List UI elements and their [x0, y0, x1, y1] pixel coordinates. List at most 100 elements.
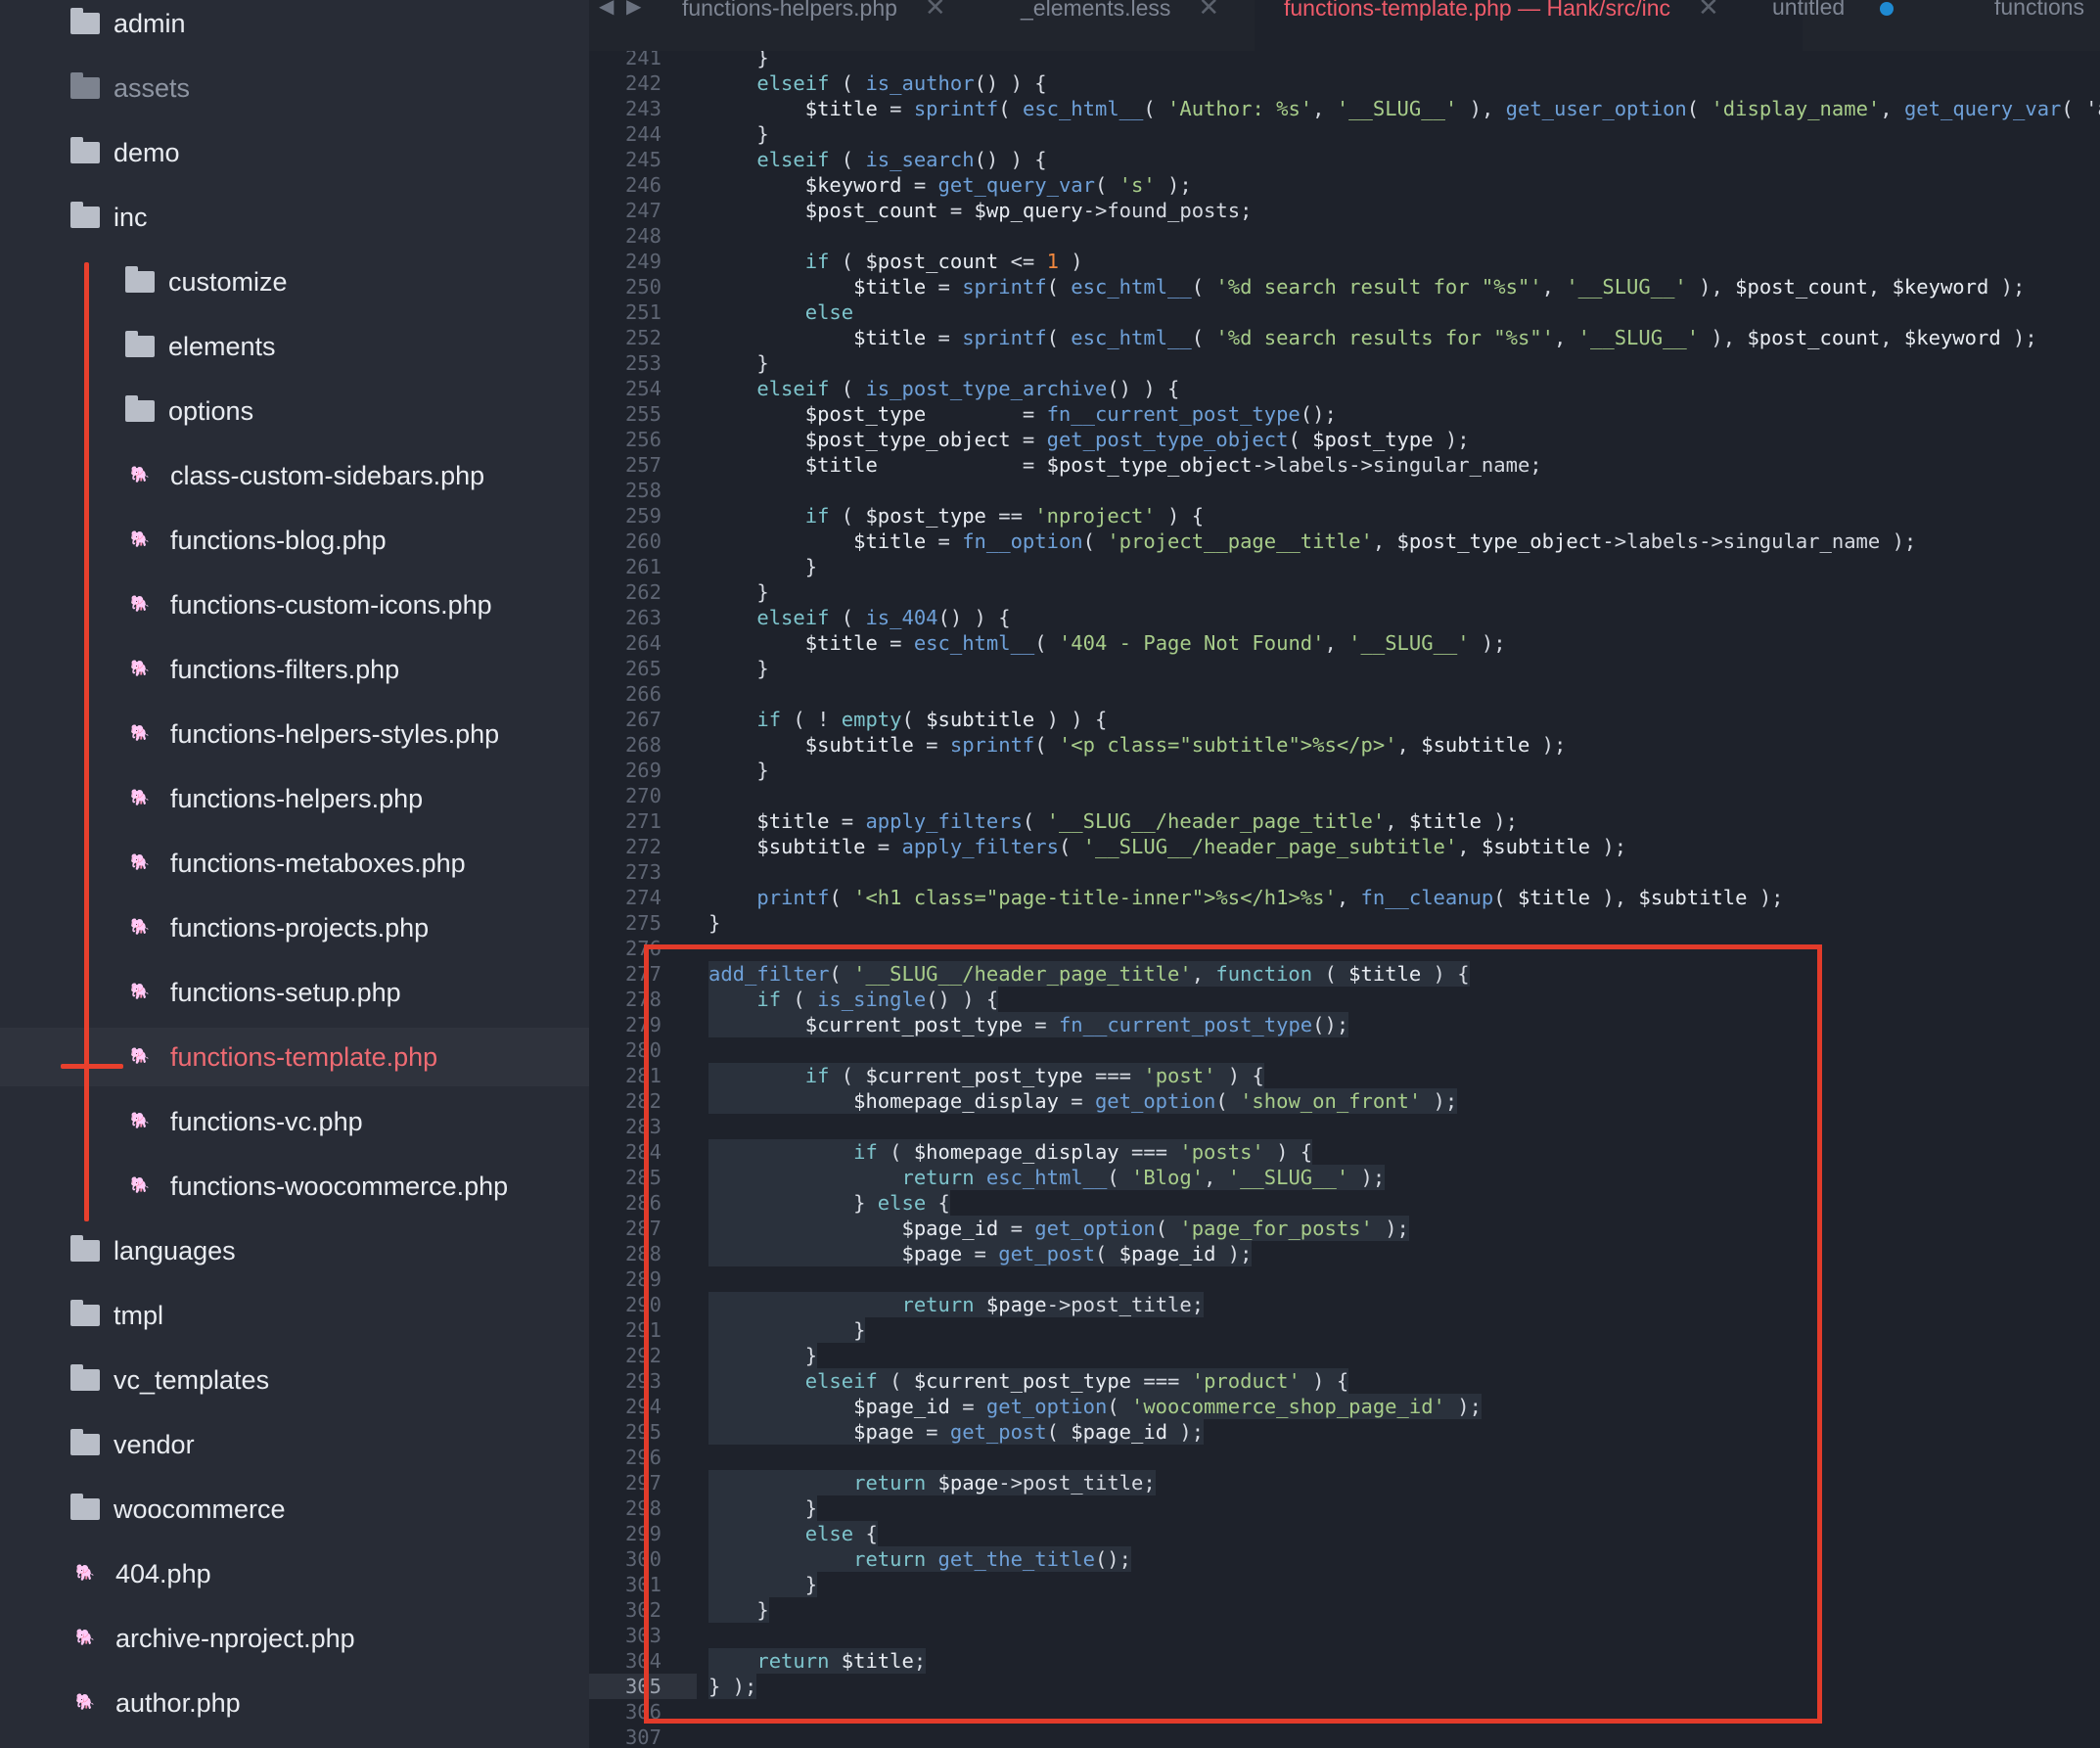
sidebar-item-label: author.php [115, 1687, 241, 1718]
code-line[interactable]: 273 [589, 859, 2100, 885]
line-code: $post_type = fn__current_post_type(); [804, 402, 1337, 426]
code-line[interactable]: 256 $post_type_object = get_post_type_ob… [589, 427, 2100, 452]
line-number: 257 [624, 453, 662, 477]
folder-icon [125, 395, 155, 422]
code-line[interactable]: 255 $post_type = fn__current_post_type()… [589, 401, 2100, 427]
sidebar-item-archive-nproject-php[interactable]: 🐘 archive-nproject.php [0, 1609, 589, 1668]
line-code: } [708, 122, 769, 146]
code-line[interactable]: 248 [589, 223, 2100, 249]
line-number: 261 [624, 555, 662, 578]
sidebar-item-admin[interactable]: admin [0, 0, 589, 53]
line-number: 249 [624, 250, 662, 273]
line-code: $title = apply_filters( '__SLUG__/header… [756, 809, 1518, 833]
sidebar-item-author-php[interactable]: 🐘 author.php [0, 1674, 589, 1732]
line-number: 268 [624, 733, 662, 757]
tab-scroll-right-icon[interactable]: ▶ [626, 0, 641, 17]
code-line[interactable]: 252 $title = sprintf( esc_html__( '%d se… [589, 325, 2100, 350]
sidebar-item-woocommerce[interactable]: woocommerce [0, 1480, 589, 1539]
line-code: printf( '<h1 class="page-title-inner">%s… [756, 886, 1784, 909]
tab-close-icon[interactable]: ✕ [925, 0, 946, 22]
sidebar-item-vendor[interactable]: vendor [0, 1415, 589, 1474]
tab-functions-template-php-hank-src-inc[interactable]: functions-template.php — Hank/src/inc ✕ [1255, 0, 1803, 51]
sidebar-item-label: functions-helpers.php [170, 783, 424, 813]
line-code: $title = esc_html__( '404 - Page Not Fou… [804, 631, 1506, 655]
code-line[interactable]: 242 elseif ( is_author() ) { [589, 70, 2100, 96]
php-file-icon: 🐘 [130, 919, 150, 936]
code-line[interactable]: 259 if ( $post_type == 'nproject' ) { [589, 503, 2100, 529]
code-line[interactable]: 274 printf( '<h1 class="page-title-inner… [589, 885, 2100, 910]
code-line[interactable]: 245 elseif ( is_search() ) { [589, 147, 2100, 172]
code-line[interactable]: 307 [589, 1725, 2100, 1748]
code-line[interactable]: 263 elseif ( is_404() ) { [589, 605, 2100, 630]
sidebar-item-label: functions-helpers-styles.php [170, 718, 500, 749]
tab-close-icon[interactable]: ✕ [1198, 0, 1219, 22]
code-line[interactable]: 254 elseif ( is_post_type_archive() ) { [589, 376, 2100, 401]
line-code: $title = sprintf( esc_html__( 'Author: %… [804, 97, 2100, 120]
folder-icon [70, 72, 100, 99]
code-line[interactable]: 250 $title = sprintf( esc_html__( '%d se… [589, 274, 2100, 299]
code-line[interactable]: 266 [589, 681, 2100, 707]
sidebar-item-label: tmpl [114, 1300, 164, 1330]
code-line[interactable]: 251 else [589, 299, 2100, 325]
code-line[interactable]: 270 [589, 783, 2100, 808]
php-file-icon: 🐘 [130, 984, 150, 1000]
line-number: 275 [624, 911, 662, 935]
php-file-icon: 🐘 [130, 790, 150, 806]
code-line[interactable]: 261 } [589, 554, 2100, 579]
tab-functions[interactable]: functions [1994, 0, 2100, 51]
line-number: 258 [624, 479, 662, 502]
sidebar-item-label: customize [168, 266, 288, 297]
sidebar-item-vc-templates[interactable]: vc_templates [0, 1351, 589, 1409]
code-line[interactable]: 249 if ( $post_count <= 1 ) [589, 249, 2100, 274]
code-line[interactable]: 241 } [589, 51, 2100, 70]
code-line[interactable]: 264 $title = esc_html__( '404 - Page Not… [589, 630, 2100, 656]
line-number: 274 [624, 886, 662, 909]
code-line[interactable]: 265 } [589, 656, 2100, 681]
php-file-icon: 🐘 [75, 1694, 95, 1711]
tab-close-icon[interactable]: ✕ [1698, 0, 1719, 22]
tab-functions-helpers-php[interactable]: functions-helpers.php ✕ [682, 0, 976, 51]
sidebar-item-label: functions-projects.php [170, 912, 430, 943]
sidebar-item-tmpl[interactable]: tmpl [0, 1286, 589, 1345]
tab-scroll-left-icon[interactable]: ◀ [599, 0, 614, 17]
line-number: 255 [624, 402, 662, 426]
code-line[interactable]: 262 } [589, 579, 2100, 605]
line-code: } [708, 580, 769, 604]
folder-icon [70, 1235, 100, 1262]
file-tree-sidebar: admin assets demo inc customize elements optio… [0, 0, 589, 1748]
code-line[interactable]: 268 $subtitle = sprintf( '<p class="subt… [589, 732, 2100, 758]
tab-untitled[interactable]: untitled [1772, 0, 1987, 51]
code-line[interactable]: 269 } [589, 758, 2100, 783]
line-code: $subtitle = sprintf( '<p class="subtitle… [804, 733, 1567, 757]
code-line[interactable]: 244 } [589, 121, 2100, 147]
line-number: 253 [624, 351, 662, 375]
sidebar-item-404-php[interactable]: 🐘 404.php [0, 1544, 589, 1603]
sidebar-item-inc[interactable]: inc [0, 188, 589, 247]
line-number: 244 [624, 122, 662, 146]
code-line[interactable]: 275} [589, 910, 2100, 936]
code-line[interactable]: 246 $keyword = get_query_var( 's' ); [589, 172, 2100, 198]
line-code: $keyword = get_query_var( 's' ); [804, 173, 1192, 197]
sidebar-item-languages[interactable]: languages [0, 1221, 589, 1280]
code-line[interactable]: 258 [589, 478, 2100, 503]
php-file-icon: 🐘 [130, 531, 150, 548]
line-number: 243 [624, 97, 662, 120]
sidebar-item-assets[interactable]: assets [0, 59, 589, 117]
sidebar-item-demo[interactable]: demo [0, 123, 589, 182]
code-line[interactable]: 260 $title = fn__option( 'project__page_… [589, 529, 2100, 554]
tab--elements-less[interactable]: _elements.less ✕ [1021, 0, 1246, 51]
code-line[interactable]: 267 if ( ! empty( $subtitle ) ) { [589, 707, 2100, 732]
code-line[interactable]: 271 $title = apply_filters( '__SLUG__/he… [589, 808, 2100, 834]
code-line[interactable]: 253 } [589, 350, 2100, 376]
php-file-icon: 🐘 [130, 661, 150, 677]
line-number: 272 [624, 835, 662, 858]
line-number: 252 [624, 326, 662, 349]
line-number: 264 [624, 631, 662, 655]
line-number: 251 [624, 300, 662, 324]
line-code: $post_type_object = get_post_type_object… [804, 428, 1470, 451]
line-code: elseif ( is_search() ) { [756, 148, 1047, 171]
code-line[interactable]: 247 $post_count = $wp_query->found_posts… [589, 198, 2100, 223]
code-line[interactable]: 272 $subtitle = apply_filters( '__SLUG__… [589, 834, 2100, 859]
code-line[interactable]: 257 $title = $post_type_object->labels->… [589, 452, 2100, 478]
code-line[interactable]: 243 $title = sprintf( esc_html__( 'Autho… [589, 96, 2100, 121]
